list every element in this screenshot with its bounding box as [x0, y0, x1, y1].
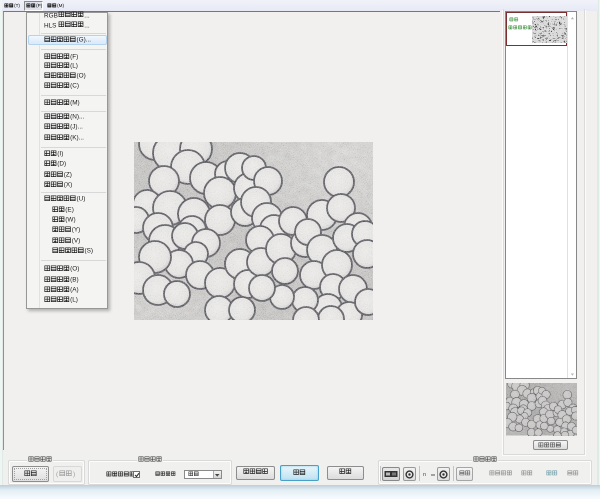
svg-text:(S): (S): [84, 248, 93, 255]
svg-text:(A): (A): [70, 286, 79, 293]
svg-text:(K)...: (K)...: [70, 134, 84, 141]
svg-text:(O): (O): [76, 72, 85, 79]
svg-text:(E): (E): [65, 206, 74, 213]
svg-text:(Z): (Z): [63, 172, 71, 179]
svg-text:(U): (U): [76, 196, 85, 203]
svg-text:(Y): (Y): [71, 227, 80, 234]
svg-text:(V): (V): [71, 237, 80, 244]
svg-text:(: (: [56, 471, 59, 478]
svg-text:(G)...: (G)...: [76, 37, 91, 44]
svg-text:(N)...: (N)...: [70, 113, 84, 120]
svg-text:...: ...: [84, 13, 90, 20]
svg-text:): ): [73, 471, 75, 478]
svg-text:(M): (M): [57, 3, 64, 8]
svg-text:(B): (B): [70, 276, 79, 283]
svg-text:(M): (M): [70, 99, 80, 106]
svg-text:(W): (W): [65, 217, 75, 224]
svg-text:(C): (C): [70, 82, 79, 89]
svg-text:(X): (X): [63, 182, 72, 189]
svg-text:(J)...: (J)...: [70, 124, 83, 131]
svg-text:(O): (O): [70, 266, 79, 273]
svg-text:(T): (T): [14, 3, 20, 8]
svg-text:(L): (L): [70, 296, 78, 303]
svg-text:n: n: [423, 472, 426, 478]
svg-text:(F): (F): [70, 53, 78, 60]
svg-text:...: ...: [84, 22, 90, 29]
svg-text:(P): (P): [36, 3, 43, 8]
svg-text:(I): (I): [57, 150, 63, 157]
svg-text:(D): (D): [57, 161, 66, 168]
svg-text:(L): (L): [70, 63, 78, 70]
svg-text:HLS: HLS: [44, 22, 56, 29]
svg-text:RGB: RGB: [44, 13, 58, 20]
